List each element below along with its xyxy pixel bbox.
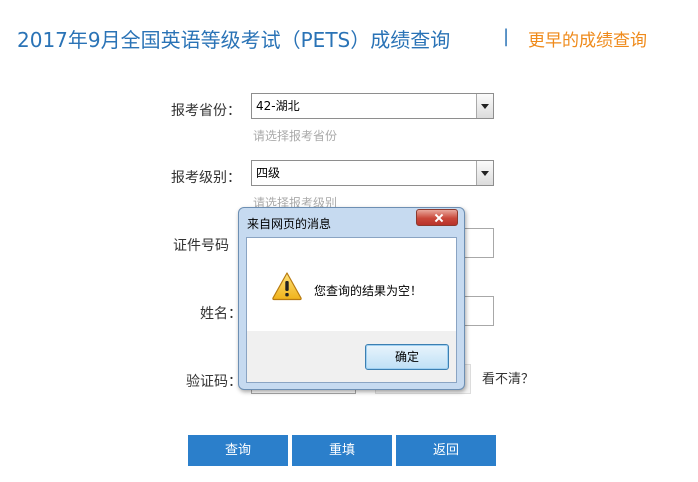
chevron-down-icon[interactable] — [476, 94, 493, 118]
header-separator: | — [503, 26, 510, 47]
level-select-value: 四级 — [256, 166, 281, 180]
dialog-message-area: 您查询的结果为空！ — [247, 238, 456, 331]
province-select-value: 42-湖北 — [256, 99, 300, 113]
ok-button[interactable]: 确定 — [365, 344, 449, 370]
id-number-label: 证件号码 — [173, 238, 229, 254]
captcha-refresh-link[interactable]: 看不清？ — [482, 368, 534, 387]
province-select[interactable]: 42-湖北 — [251, 93, 494, 119]
query-button[interactable]: 查询 — [188, 435, 288, 466]
dialog-body: 您查询的结果为空！ 确定 — [246, 237, 457, 383]
province-label: 报考省份： — [171, 103, 241, 119]
back-button[interactable]: 返回 — [396, 435, 496, 466]
province-hint: 请选择报考省份 — [253, 129, 338, 143]
level-select[interactable]: 四级 — [251, 160, 494, 186]
warning-icon — [271, 271, 303, 301]
level-label: 报考级别： — [171, 170, 241, 186]
close-button[interactable] — [416, 209, 458, 226]
alert-dialog: 来自网页的消息 您查询的结果为空！ 确定 — [238, 207, 465, 390]
earlier-results-link[interactable]: 更早的成绩查询 — [528, 26, 647, 51]
captcha-label: 验证码： — [186, 374, 242, 390]
page-header: 2017年9月全国英语等级考试（PETS）成绩查询 | 更早的成绩查询 — [0, 0, 698, 74]
reset-button[interactable]: 重填 — [292, 435, 392, 466]
name-label: 姓名： — [200, 306, 242, 322]
page-title: 2017年9月全国英语等级考试（PETS）成绩查询 — [17, 28, 451, 52]
dialog-message: 您查询的结果为空！ — [314, 284, 423, 298]
dialog-title: 来自网页的消息 — [247, 217, 332, 231]
chevron-down-icon[interactable] — [476, 161, 493, 185]
